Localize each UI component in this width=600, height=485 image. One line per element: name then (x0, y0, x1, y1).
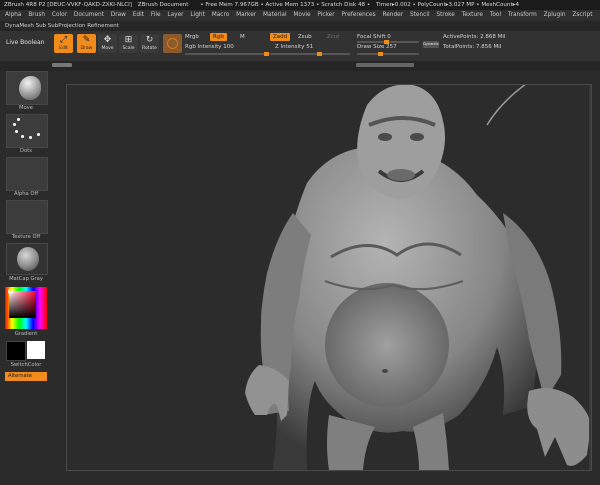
alternate-button[interactable]: Alternate (5, 372, 47, 381)
menu-material[interactable]: Material (263, 10, 287, 21)
top-shelf: Live Boolean ⤢ Edit ✎ Draw ✥ Move ⊞ Scal… (0, 31, 600, 61)
total-points-readout: TotalPoints: 7.856 Mil (443, 44, 502, 50)
draw-size-slider[interactable]: Draw Size 257 (357, 44, 397, 50)
menu-zscript[interactable]: Zscript (572, 10, 592, 21)
main-color-swatch[interactable] (6, 341, 26, 361)
menu-transform[interactable]: Transform (508, 10, 537, 21)
center-shelf-tab[interactable] (356, 63, 414, 67)
z-intensity-slider[interactable]: Z Intensity 51 (275, 44, 313, 50)
menu-file[interactable]: File (151, 10, 161, 21)
menu-brush[interactable]: Brush (28, 10, 45, 21)
move-icon: ✥ (103, 35, 112, 45)
menu-tool[interactable]: Tool (490, 10, 501, 21)
color-picker-cursor[interactable] (8, 289, 13, 294)
alpha-label: Alpha Off (13, 191, 39, 197)
rgb-toggle[interactable]: Rgb (210, 33, 227, 41)
secondary-color-swatch[interactable] (27, 341, 45, 359)
menu-color[interactable]: Color (52, 10, 67, 21)
mrgb-toggle[interactable]: Mrgb (185, 34, 199, 40)
menu-bar: Alpha Brush Color Document Draw Edit Fil… (0, 10, 600, 21)
rotate-button[interactable]: ↻ Rotate (140, 34, 159, 53)
draw-button[interactable]: ✎ Draw (77, 34, 96, 53)
texture-label: Texture Off (11, 234, 41, 240)
stroke-label: Dots (20, 148, 32, 154)
zcut-toggle[interactable]: Zcut (324, 33, 342, 41)
menu-alpha[interactable]: Alpha (5, 10, 21, 21)
active-points-readout: ActivePoints: 2.868 Mil (443, 34, 506, 40)
menu-preferences[interactable]: Preferences (342, 10, 376, 21)
left-shelf-tab[interactable] (52, 63, 72, 67)
matcap-sphere-icon (17, 247, 39, 271)
edit-button[interactable]: ⤢ Edit (54, 34, 73, 53)
stroke-thumbnail[interactable] (6, 114, 48, 148)
title-bar: ZBrush 4R8 P2 [DEUC-VVKF-QAKD-ZXKI-NLCI]… (0, 0, 600, 10)
scale-button[interactable]: ⊞ Scale (119, 34, 138, 53)
canvas-scrollbar[interactable] (589, 85, 591, 470)
focal-shift-track[interactable] (357, 40, 419, 44)
memory-status: • Free Mem 7.967GB • Active Mem 1373 • S… (200, 2, 371, 8)
scale-icon: ⊞ (124, 35, 133, 45)
menu-texture[interactable]: Texture (462, 10, 483, 21)
menu-picker[interactable]: Picker (317, 10, 334, 21)
menu-render[interactable]: Render (382, 10, 403, 21)
gradient-label[interactable]: Gradient (0, 331, 52, 337)
menu-light[interactable]: Light (190, 10, 204, 21)
sculpt-model[interactable] (67, 85, 591, 470)
brush-thumbnail[interactable] (6, 71, 48, 105)
dynamesh-label[interactable]: DynaMesh Sub SubProjection Refinement (5, 23, 119, 29)
document-canvas[interactable] (66, 84, 592, 471)
brush-preview-icon[interactable] (163, 34, 182, 53)
zadd-toggle[interactable]: Zadd (270, 33, 291, 41)
alpha-thumbnail[interactable] (6, 157, 48, 191)
switchcolor-label[interactable]: SwitchColor (0, 362, 52, 368)
shelf-divider (0, 61, 600, 71)
menu-layer[interactable]: Layer (167, 10, 183, 21)
move-button[interactable]: ✥ Move (98, 34, 117, 53)
timer-status: Timer▸0.002 • PolyCount▸3.027 MP • MeshC… (375, 2, 520, 8)
zsub-toggle[interactable]: Zsub (298, 34, 312, 40)
draw-icon: ✎ (82, 35, 91, 45)
edit-icon: ⤢ (59, 35, 68, 45)
dynamic-toggle[interactable]: Dynamic (423, 41, 439, 48)
document-title: ZBrush Document (137, 2, 189, 8)
menu-document[interactable]: Document (74, 10, 104, 21)
menu-zplugin[interactable]: Zplugin (544, 10, 566, 21)
draw-size-track[interactable] (357, 52, 419, 56)
left-tray: Move Dots Alpha Off Texture Off MatCap G… (0, 71, 52, 485)
subtool-bar: DynaMesh Sub SubProjection Refinement (0, 21, 600, 31)
menu-movie[interactable]: Movie (293, 10, 310, 21)
move-brush-icon (19, 76, 41, 100)
menu-stencil[interactable]: Stencil (410, 10, 430, 21)
m-toggle[interactable]: M (240, 34, 245, 40)
menu-marker[interactable]: Marker (236, 10, 256, 21)
texture-thumbnail[interactable] (6, 200, 48, 234)
material-label: MatCap Gray (9, 276, 43, 282)
live-boolean-button[interactable]: Live Boolean (6, 39, 44, 46)
color-picker-square[interactable] (9, 291, 36, 318)
menu-stroke[interactable]: Stroke (436, 10, 454, 21)
rgb-intensity-slider[interactable]: Rgb Intensity 100 (185, 44, 234, 50)
menu-macro[interactable]: Macro (212, 10, 230, 21)
material-thumbnail[interactable] (6, 243, 48, 275)
app-title: ZBrush 4R8 P2 [DEUC-VVKF-QAKD-ZXKI-NLCI] (4, 2, 132, 8)
rgb-intensity-track[interactable] (185, 52, 269, 56)
menu-edit[interactable]: Edit (133, 10, 144, 21)
brush-label: Move (19, 105, 33, 111)
rotate-icon: ↻ (145, 35, 154, 45)
menu-draw[interactable]: Draw (111, 10, 126, 21)
z-intensity-track[interactable] (270, 52, 350, 56)
